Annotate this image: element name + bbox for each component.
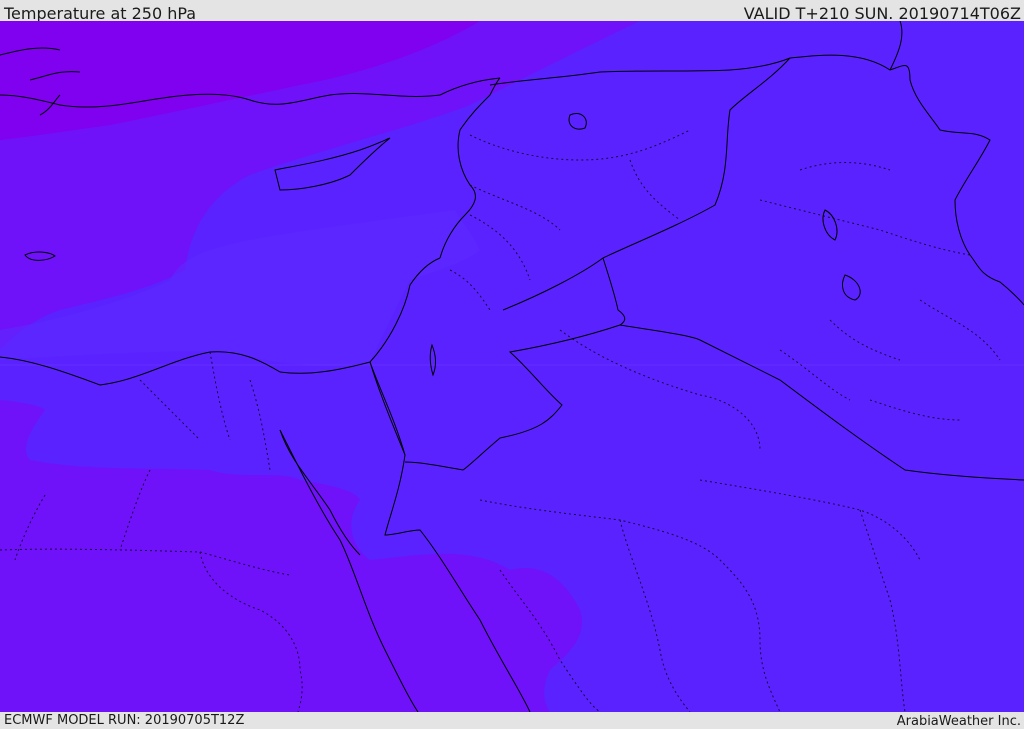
footer-bar: ECMWF MODEL RUN: 20190705T12Z ArabiaWeat… bbox=[0, 712, 1024, 729]
header-bar: Temperature at 250 hPa VALID T+210 SUN. … bbox=[0, 0, 1024, 23]
brand-credit: ArabiaWeather Inc. bbox=[896, 714, 1021, 729]
map-canvas bbox=[0, 21, 1024, 712]
model-run: ECMWF MODEL RUN: 20190705T12Z bbox=[4, 713, 245, 728]
weather-map[interactable] bbox=[0, 21, 1024, 712]
